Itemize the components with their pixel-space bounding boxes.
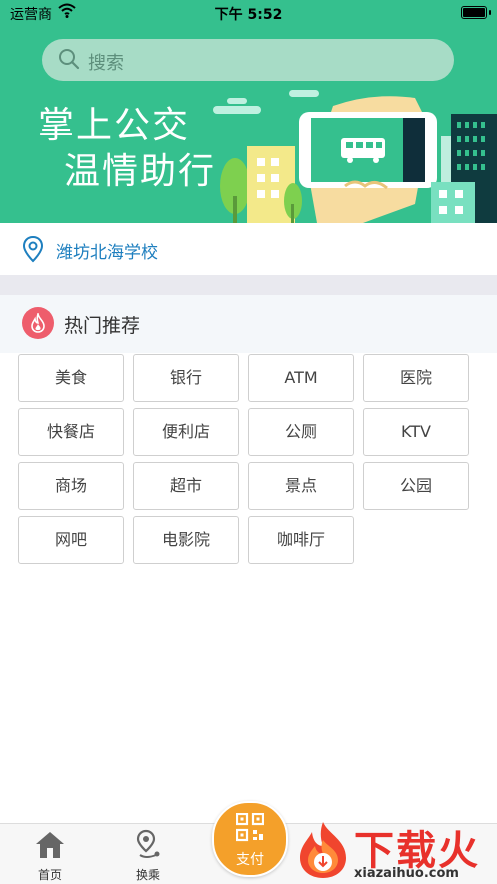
- hot-section-title: 热门推荐: [64, 315, 141, 337]
- header-banner: 搜索 掌上公交 温情助行: [0, 26, 497, 223]
- category-food[interactable]: 美食: [18, 354, 124, 402]
- tab-transfer-label: 换乘: [135, 868, 160, 882]
- battery-icon: [461, 6, 491, 19]
- banner-slogan-line2: 温情助行: [64, 151, 217, 192]
- category-cinema[interactable]: 电影院: [133, 516, 239, 564]
- hot-section-header: 热门推荐: [0, 295, 497, 353]
- status-time: 下午 5:52: [214, 7, 283, 23]
- search-placeholder: 搜索: [88, 53, 124, 74]
- watermark: 下载火 xiazaihuo.com: [292, 818, 497, 883]
- tab-home-label: 首页: [37, 868, 62, 882]
- watermark-url: xiazaihuo.com: [354, 866, 459, 881]
- route-pin-icon: [134, 829, 162, 865]
- search-input[interactable]: 搜索: [42, 39, 454, 81]
- status-bar: 运营商 下午 5:52: [0, 0, 497, 26]
- category-coffee-shop[interactable]: 咖啡厅: [248, 516, 354, 564]
- pay-label: 支付: [236, 852, 264, 868]
- banner-slogan-line1: 掌上公交: [38, 105, 191, 146]
- category-public-toilet[interactable]: 公厕: [248, 408, 354, 456]
- category-hospital[interactable]: 医院: [363, 354, 469, 402]
- category-internet-cafe[interactable]: 网吧: [18, 516, 124, 564]
- category-scenic-spot[interactable]: 景点: [248, 462, 354, 510]
- current-location[interactable]: 潍坊北海学校: [0, 223, 497, 275]
- category-convenience-store[interactable]: 便利店: [133, 408, 239, 456]
- category-atm[interactable]: ATM: [248, 354, 354, 402]
- fire-icon: [22, 307, 54, 339]
- location-name: 潍坊北海学校: [56, 243, 158, 263]
- tab-transfer[interactable]: 换乘: [118, 824, 178, 884]
- section-divider: [0, 275, 497, 295]
- category-ktv[interactable]: KTV: [363, 408, 469, 456]
- category-fast-food[interactable]: 快餐店: [18, 408, 124, 456]
- tab-home[interactable]: 首页: [20, 824, 80, 884]
- category-mall[interactable]: 商场: [18, 462, 124, 510]
- location-pin-icon: [22, 235, 44, 267]
- banner-illustration: [205, 86, 497, 223]
- category-park[interactable]: 公园: [363, 462, 469, 510]
- pay-button[interactable]: 支付: [212, 801, 288, 877]
- flame-logo-icon: [294, 820, 352, 884]
- category-supermarket[interactable]: 超市: [133, 462, 239, 510]
- search-icon: [58, 48, 80, 74]
- category-bank[interactable]: 银行: [133, 354, 239, 402]
- home-icon: [34, 830, 66, 864]
